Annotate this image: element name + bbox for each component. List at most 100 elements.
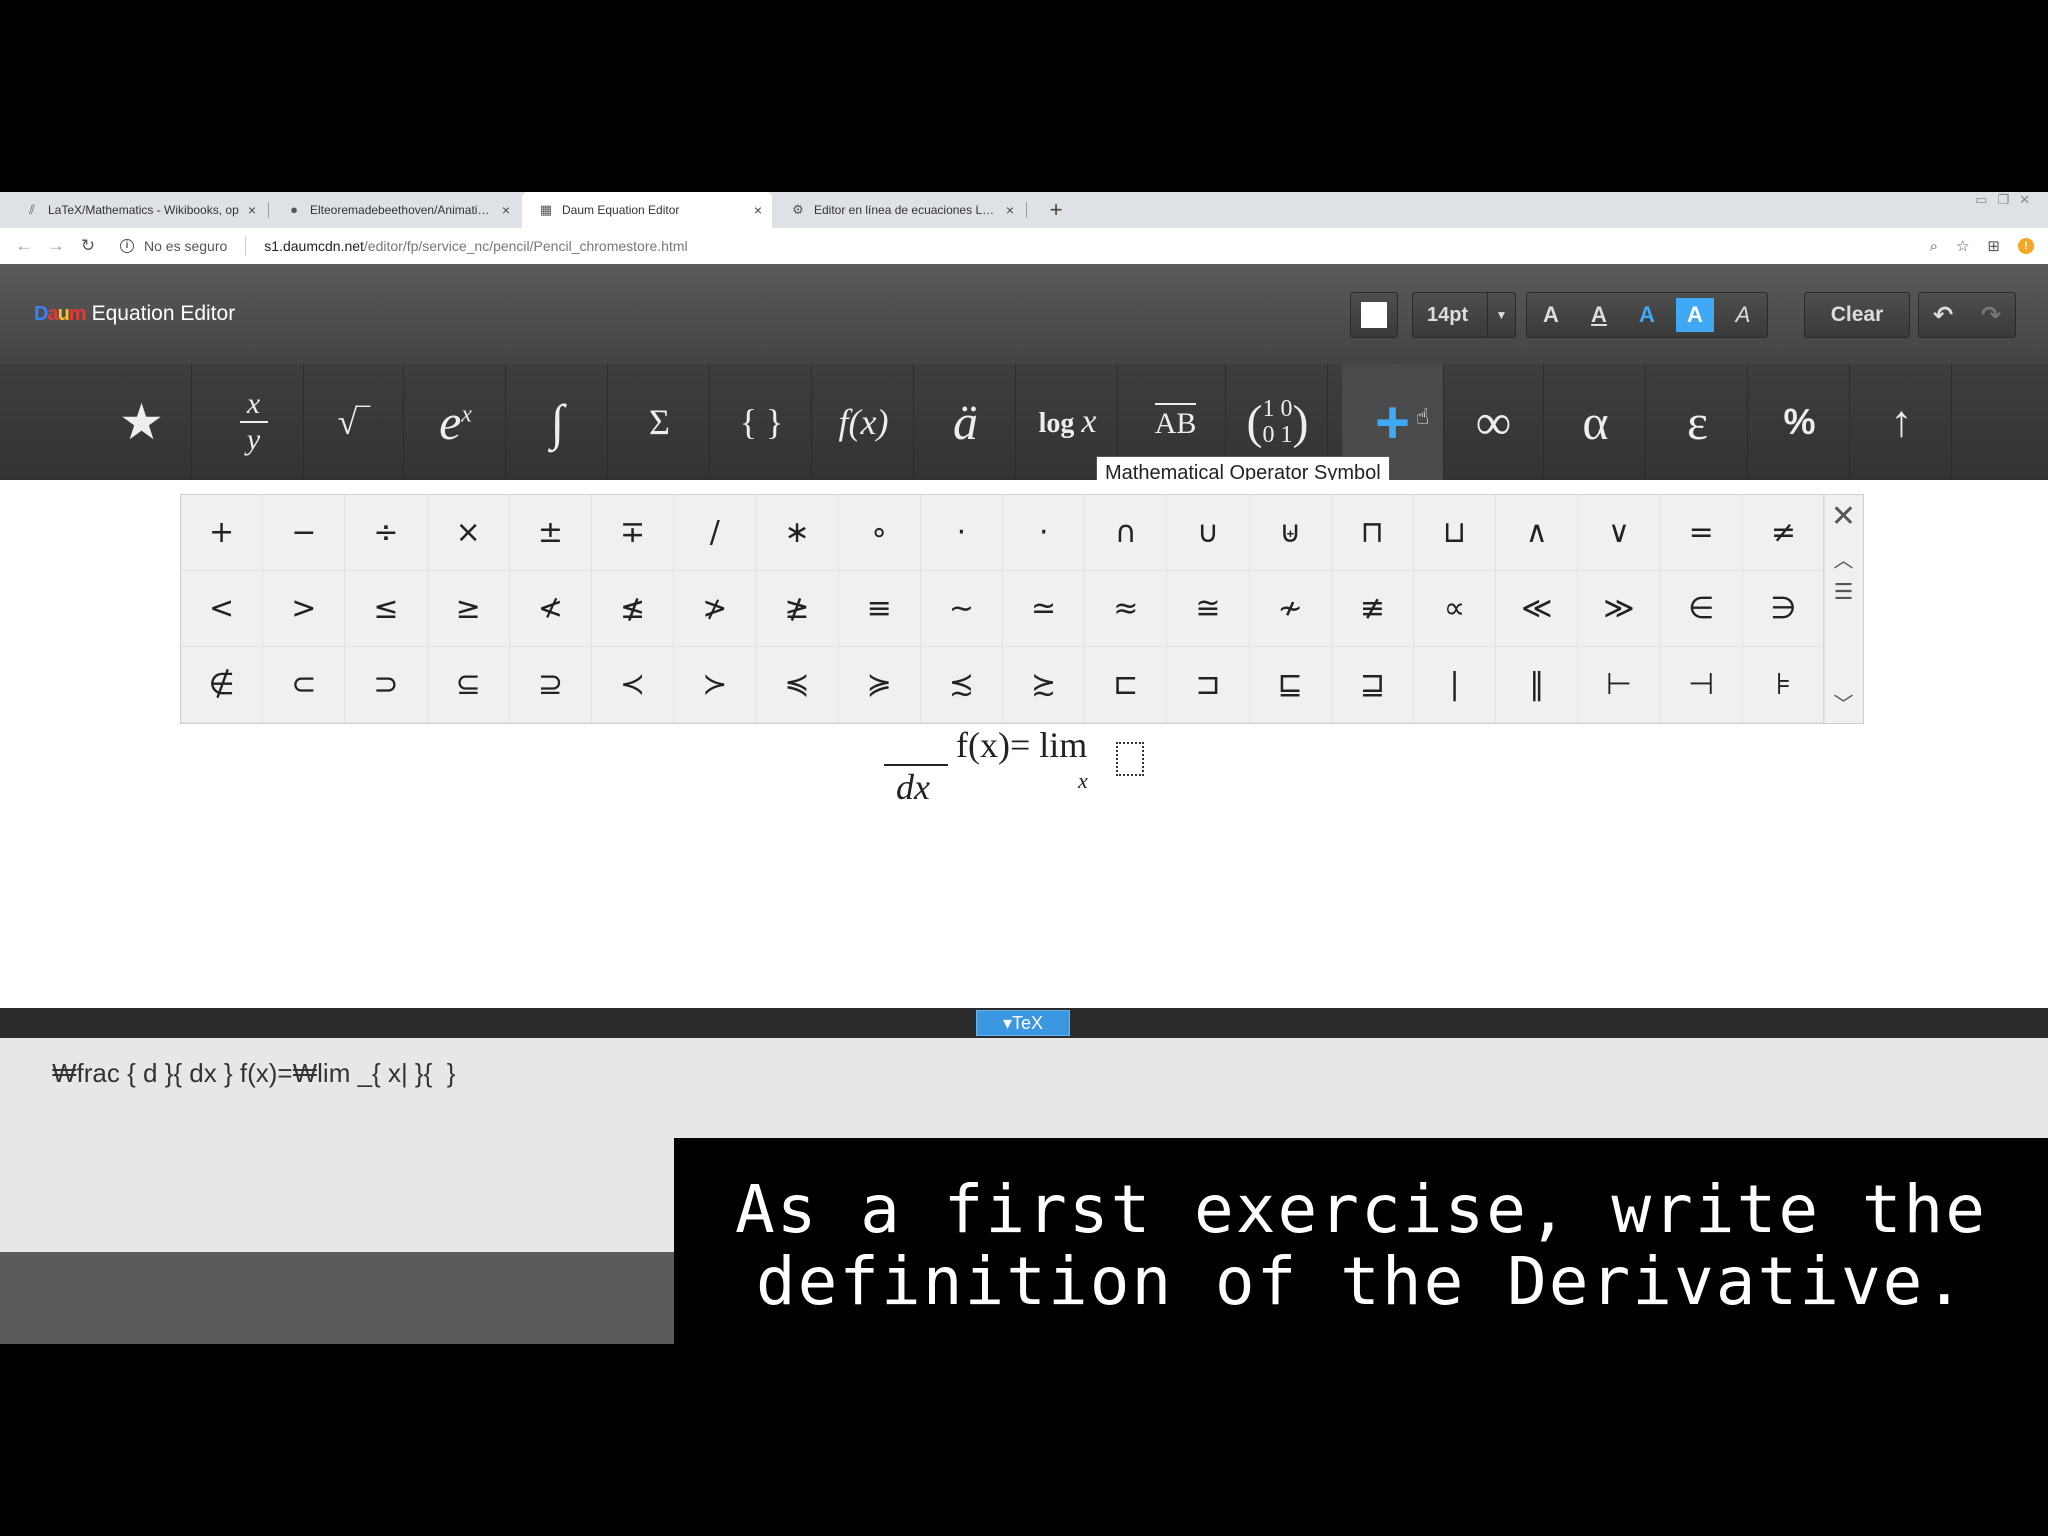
symbol-cell[interactable]: ≁ — [1249, 571, 1332, 647]
symbol-cell[interactable]: ÷ — [345, 495, 428, 571]
scroll-handle-icon[interactable]: ☰ — [1834, 579, 1854, 605]
category-arrows[interactable]: ↑ — [1852, 364, 1952, 480]
close-icon[interactable]: × — [754, 202, 762, 218]
highlight-button[interactable]: A — [1676, 298, 1714, 332]
symbol-cell[interactable]: ⊇ — [509, 647, 592, 723]
symbol-cell[interactable]: ⊒ — [1331, 647, 1414, 723]
symbol-cell[interactable]: ⊑ — [1249, 647, 1332, 723]
close-icon[interactable]: × — [1006, 202, 1014, 218]
forward-icon[interactable]: → — [40, 236, 72, 256]
symbol-cell[interactable]: ⊣ — [1660, 647, 1743, 723]
symbol-cell[interactable]: ≿ — [1002, 647, 1086, 723]
symbol-cell[interactable]: ≻ — [674, 647, 757, 723]
symbol-cell[interactable]: ∪ — [1167, 495, 1250, 571]
symbol-cell[interactable]: ⊓ — [1331, 495, 1414, 571]
symbol-cell[interactable]: ∩ — [1085, 495, 1168, 571]
category-function[interactable]: f(x) — [814, 364, 914, 480]
symbol-cell[interactable]: ⋅ — [1002, 495, 1086, 571]
close-icon[interactable]: × — [502, 202, 510, 218]
reload-icon[interactable]: ↻ — [72, 236, 104, 256]
symbol-cell[interactable]: ⊢ — [1578, 647, 1661, 723]
symbol-cell[interactable]: ∈ — [1660, 571, 1743, 647]
symbol-cell[interactable]: ≪ — [1496, 571, 1579, 647]
extension-icon[interactable]: ⊞ — [1987, 237, 2000, 255]
chevron-up-icon[interactable]: ︿ — [1834, 544, 1854, 573]
bookmark-star-icon[interactable]: ☆ — [1956, 237, 1969, 255]
symbol-cell[interactable]: ∝ — [1413, 571, 1497, 647]
symbol-cell[interactable]: ‖ — [1496, 647, 1579, 723]
category-greek[interactable]: α — [1546, 364, 1646, 480]
close-window-icon[interactable]: ✕ — [2019, 192, 2030, 214]
symbol-cell[interactable]: ∧ — [1496, 495, 1579, 571]
font-size-select[interactable]: 14pt ▼ — [1412, 292, 1516, 338]
tex-toggle-button[interactable]: ▾TeX — [976, 1010, 1070, 1036]
symbol-cell[interactable]: | — [1413, 647, 1497, 723]
symbol-cell[interactable]: ≽ — [838, 647, 921, 723]
clear-button[interactable]: Clear — [1804, 292, 1910, 338]
symbol-cell[interactable]: > — [263, 571, 346, 647]
category-fraction[interactable]: xy — [204, 364, 304, 480]
equation-canvas[interactable]: + − ÷ × ± ∓ / ∗ ∘ · ⋅ ∩ ∪ ⊎ ⊓ ⊔ ∧ ∨ = ≠ < > ≤ ≥ ≮ ≰ ≯ ≱ ≡ ∼ ≃ ≈ ≅ ≁ ≢ ∝ ≪ ≫ ∈ ∋… — [0, 480, 2048, 1008]
undo-icon[interactable]: ↶ — [1933, 301, 1953, 330]
symbol-cell[interactable]: ⊧ — [1742, 647, 1825, 723]
tab-latex-editor[interactable]: ⚙ Editor en línea de ecuaciones LateX × — [774, 192, 1024, 228]
category-exponent[interactable]: ex — [406, 364, 506, 480]
symbol-cell[interactable]: ≥ — [427, 571, 510, 647]
symbol-cell[interactable]: − — [263, 495, 346, 571]
category-accent[interactable]: ä — [916, 364, 1016, 480]
symbol-cell[interactable]: ⊂ — [263, 647, 346, 723]
minimize-icon[interactable]: ▭ — [1975, 192, 1987, 214]
restore-icon[interactable]: ❐ — [1997, 192, 2009, 214]
symbol-cell[interactable]: ≈ — [1085, 571, 1168, 647]
close-icon[interactable]: × — [248, 202, 256, 218]
symbol-cell[interactable]: < — [181, 571, 264, 647]
category-infinity[interactable]: ∞ — [1444, 364, 1544, 480]
back-icon[interactable]: ← — [8, 236, 40, 256]
symbol-cell[interactable]: ≱ — [756, 571, 839, 647]
symbol-cell[interactable]: ≤ — [345, 571, 428, 647]
category-integral[interactable]: ∫ — [508, 364, 608, 480]
symbol-cell[interactable]: = — [1660, 495, 1743, 571]
symbol-cell[interactable]: ≰ — [591, 571, 675, 647]
placeholder-box[interactable] — [1116, 742, 1144, 776]
zoom-icon[interactable]: ⌕ — [1930, 238, 1938, 255]
symbol-cell[interactable]: ⊔ — [1413, 495, 1497, 571]
category-brackets[interactable]: { } — [712, 364, 812, 480]
symbol-cell[interactable]: ≮ — [509, 571, 592, 647]
symbol-cell[interactable]: ≢ — [1331, 571, 1414, 647]
category-sum[interactable]: Σ — [610, 364, 710, 480]
symbol-cell[interactable]: · — [920, 495, 1003, 571]
symbol-cell[interactable]: ≠ — [1742, 495, 1825, 571]
close-icon[interactable]: ✕ — [1831, 499, 1856, 534]
symbol-cell[interactable]: ⊏ — [1085, 647, 1168, 723]
category-favorites[interactable]: ★ — [92, 364, 192, 480]
symbol-cell[interactable]: ± — [509, 495, 592, 571]
security-indicator[interactable]: i No es seguro — [120, 238, 227, 254]
category-variant-greek[interactable]: ε — [1648, 364, 1748, 480]
underline-button[interactable]: A — [1580, 298, 1618, 332]
new-tab-button[interactable]: + — [1040, 194, 1072, 226]
symbol-cell[interactable]: ≫ — [1578, 571, 1661, 647]
symbol-cell[interactable]: ≾ — [920, 647, 1003, 723]
symbol-cell[interactable]: ∼ — [920, 571, 1003, 647]
alert-icon[interactable]: ! — [2018, 238, 2034, 254]
symbol-cell[interactable]: ∉ — [181, 647, 264, 723]
category-root[interactable]: √‾ — [304, 364, 404, 480]
text-color-button[interactable]: A — [1628, 298, 1666, 332]
chevron-down-icon[interactable]: ﹀ — [1834, 688, 1854, 717]
symbol-cell[interactable]: ∨ — [1578, 495, 1661, 571]
symbol-cell[interactable]: ⊐ — [1167, 647, 1250, 723]
symbol-cell[interactable]: ⊎ — [1249, 495, 1332, 571]
symbol-cell[interactable]: ≼ — [756, 647, 839, 723]
symbol-cell[interactable]: ∗ — [756, 495, 839, 571]
redo-icon[interactable]: ↷ — [1981, 301, 2001, 330]
symbol-cell[interactable]: / — [674, 495, 757, 571]
symbol-cell[interactable]: ≅ — [1167, 571, 1250, 647]
symbol-cell[interactable]: ≯ — [674, 571, 757, 647]
category-units[interactable]: % — [1750, 364, 1850, 480]
tab-wikibooks[interactable]: ⫽ LaTeX/Mathematics - Wikibooks, op × — [8, 192, 266, 228]
color-picker-button[interactable] — [1350, 292, 1398, 338]
bold-button[interactable]: A — [1532, 298, 1570, 332]
symbol-cell[interactable]: ≃ — [1002, 571, 1086, 647]
italic-button[interactable]: A — [1724, 298, 1762, 332]
